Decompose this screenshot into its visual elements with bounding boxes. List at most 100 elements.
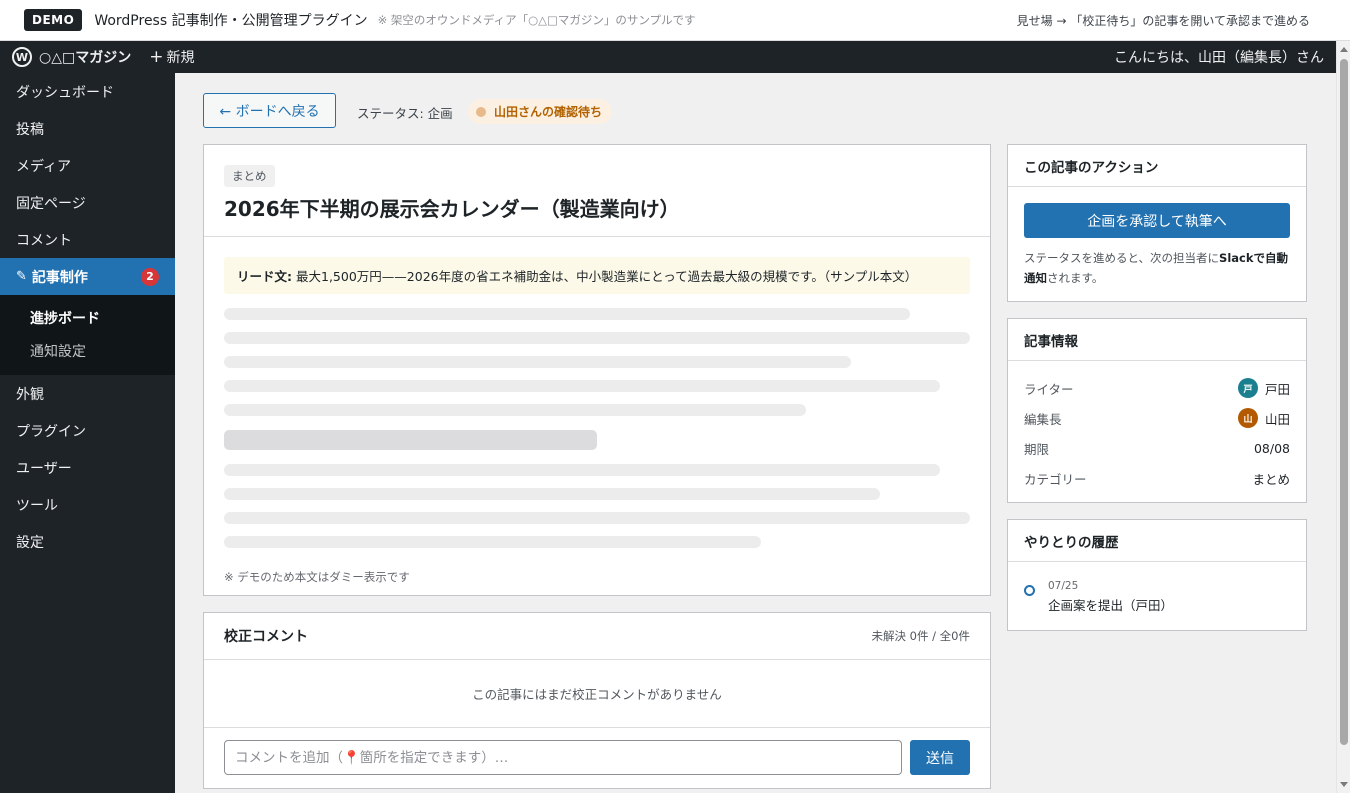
info-value: 戸 戸田 — [1237, 378, 1290, 398]
plus-icon: + — [149, 46, 164, 67]
back-to-board-button[interactable]: ← ボードへ戻る — [203, 93, 336, 128]
article-actions-card: この記事のアクション 企画を承認して執筆へ ステータスを進めると、次の担当者にS… — [1007, 144, 1307, 302]
sidebar-item-users[interactable]: ユーザー — [0, 449, 175, 486]
lead-paragraph: リード文: 最大1,500万円——2026年度の省エネ補助金は、中小製造業にとっ… — [224, 257, 970, 294]
new-content-label: 新規 — [166, 50, 195, 66]
history-date: 07/25 — [1048, 580, 1079, 592]
user-greeting[interactable]: こんにちは、山田（編集長）さん — [1114, 47, 1324, 67]
sidebar-item-article-production[interactable]: ✎ 記事制作 2 — [0, 258, 175, 295]
sidebar-item-label: プラグイン — [16, 423, 86, 440]
history-card: やりとりの履歴 07/25 企画案を提出（戸田） — [1007, 519, 1307, 631]
info-row-writer: ライター 戸 戸田 — [1008, 373, 1306, 403]
sidebar-item-label: 固定ページ — [16, 195, 86, 212]
proof-comments-card: 校正コメント 未解決 0件 / 全0件 この記事にはまだ校正コメントがありません… — [203, 612, 991, 789]
actions-description: ステータスを進めると、次の担当者にSlackで自動通知されます。 — [1024, 248, 1290, 288]
sidebar-item-dashboard[interactable]: ダッシュボード — [0, 73, 175, 110]
sidebar-item-posts[interactable]: 投稿 — [0, 110, 175, 147]
placeholder-line — [224, 356, 851, 368]
demo-title: WordPress 記事制作・公開管理プラグイン — [94, 13, 368, 29]
notification-count-badge: 2 — [141, 267, 159, 286]
admin-sidebar: ダッシュボード 投稿 メディア 固定ページ コメント ✎ 記事制作 2 進捗ボー… — [0, 73, 175, 793]
info-row-editor: 編集長 山 山田 — [1008, 403, 1306, 433]
demo-banner: DEMO WordPress 記事制作・公開管理プラグイン ※ 架空のオウンドメ… — [0, 0, 1350, 41]
send-comment-button[interactable]: 送信 — [910, 740, 970, 775]
placeholder-line — [224, 488, 880, 500]
submenu-item-progress-board[interactable]: 進捗ボード — [0, 301, 175, 334]
placeholder-line — [224, 464, 940, 476]
submenu-item-label: 進捗ボード — [30, 310, 100, 327]
sidebar-item-plugins[interactable]: プラグイン — [0, 412, 175, 449]
sidebar-item-label: 投稿 — [16, 121, 44, 138]
approve-plan-button[interactable]: 企画を承認して執筆へ — [1024, 203, 1290, 238]
sidebar-item-appearance[interactable]: 外観 — [0, 375, 175, 412]
writer-name: 戸田 — [1264, 381, 1290, 397]
demo-badge: DEMO — [24, 9, 83, 31]
submenu-item-label: 通知設定 — [30, 343, 86, 360]
sidebar-item-label: 記事制作 — [31, 269, 88, 286]
sidebar-item-label: コメント — [16, 232, 72, 249]
scroll-up-arrow-icon[interactable] — [1340, 47, 1348, 52]
wordpress-logo-icon[interactable]: W — [12, 47, 32, 67]
status-dot-icon — [476, 106, 486, 117]
sidebar-item-settings[interactable]: 設定 — [0, 523, 175, 560]
avatar: 戸 — [1237, 378, 1258, 398]
history-item: 07/25 企画案を提出（戸田） — [1008, 562, 1306, 614]
info-value: 山 山田 — [1237, 408, 1290, 428]
scrollbar-thumb[interactable] — [1340, 59, 1348, 745]
sidebar-item-media[interactable]: メディア — [0, 147, 175, 184]
sidebar-item-comments[interactable]: コメント — [0, 221, 175, 258]
placeholder-heading — [224, 430, 597, 450]
article-header: まとめ 2026年下半期の展示会カレンダー（製造業向け） — [204, 145, 990, 237]
category-value: まとめ — [1252, 471, 1290, 487]
sidebar-submenu: 進捗ボード 通知設定 — [0, 295, 175, 375]
comments-title: 校正コメント — [224, 629, 308, 645]
actions-title: この記事のアクション — [1008, 145, 1306, 187]
comment-input[interactable] — [224, 740, 902, 775]
status-badge: 山田さんの確認待ち — [468, 99, 613, 124]
sidebar-item-label: ダッシュボード — [16, 84, 114, 101]
page-scrollbar[interactable] — [1336, 41, 1350, 793]
scroll-down-arrow-icon[interactable] — [1340, 782, 1348, 787]
info-key: 編集長 — [1024, 411, 1062, 427]
comments-count: 未解決 0件 / 全0件 — [871, 629, 970, 643]
editor-name: 山田 — [1264, 411, 1290, 427]
info-row-category: カテゴリー まとめ — [1008, 463, 1306, 493]
article-title: 2026年下半期の展示会カレンダー（製造業向け） — [224, 197, 680, 221]
comments-empty-state: この記事にはまだ校正コメントがありません — [204, 660, 990, 728]
article-info-card: 記事情報 ライター 戸 戸田 編集長 山 山田 期限 08/08 カテゴリー ま… — [1007, 318, 1307, 503]
sidebar-item-tools[interactable]: ツール — [0, 486, 175, 523]
status-badge-label: 山田さんの確認待ち — [494, 105, 603, 119]
comments-header: 校正コメント 未解決 0件 / 全0件 — [204, 613, 990, 660]
lead-label: リード文: — [237, 269, 292, 284]
placeholder-line — [224, 536, 761, 548]
placeholder-line — [224, 404, 806, 416]
history-entry: 07/25 企画案を提出（戸田） — [1048, 580, 1173, 614]
sidebar-item-label: ツール — [16, 497, 58, 514]
timeline-dot-icon — [1024, 585, 1035, 596]
category-tag: まとめ — [224, 165, 275, 187]
article-card: まとめ 2026年下半期の展示会カレンダー（製造業向け） リード文: 最大1,5… — [203, 144, 991, 596]
new-content-link[interactable]: + 新規 — [149, 47, 194, 67]
lead-text: 最大1,500万円——2026年度の省エネ補助金は、中小製造業にとって過去最大級… — [296, 269, 918, 284]
demo-note: ※ 架空のオウンドメディア「○△□マガジン」のサンプルです — [377, 13, 696, 27]
sidebar-item-label: メディア — [16, 158, 72, 175]
placeholder-line — [224, 512, 970, 524]
placeholder-line — [224, 332, 970, 344]
deadline-value: 08/08 — [1253, 440, 1290, 456]
info-key: カテゴリー — [1024, 471, 1087, 487]
info-row-deadline: 期限 08/08 — [1008, 433, 1306, 463]
admin-bar: W ○△□マガジン + 新規 こんにちは、山田（編集長）さん — [0, 41, 1336, 73]
sidebar-item-label: ユーザー — [16, 460, 72, 477]
demo-guide: 見せ場 → 「校正待ち」の記事を開いて承認まで進める — [1016, 13, 1310, 28]
submenu-item-notification-settings[interactable]: 通知設定 — [0, 334, 175, 367]
placeholder-line — [224, 308, 910, 320]
avatar: 山 — [1237, 408, 1258, 428]
sidebar-item-label: 外観 — [16, 386, 44, 403]
actions-description-text-end: されます。 — [1047, 271, 1104, 285]
actions-description-text: ステータスを進めると、次の担当者に — [1024, 251, 1220, 265]
site-name-link[interactable]: ○△□マガジン — [39, 47, 131, 67]
sidebar-item-pages[interactable]: 固定ページ — [0, 184, 175, 221]
sidebar-item-label: 設定 — [16, 534, 44, 551]
history-title: やりとりの履歴 — [1008, 520, 1306, 562]
info-key: 期限 — [1024, 441, 1050, 457]
